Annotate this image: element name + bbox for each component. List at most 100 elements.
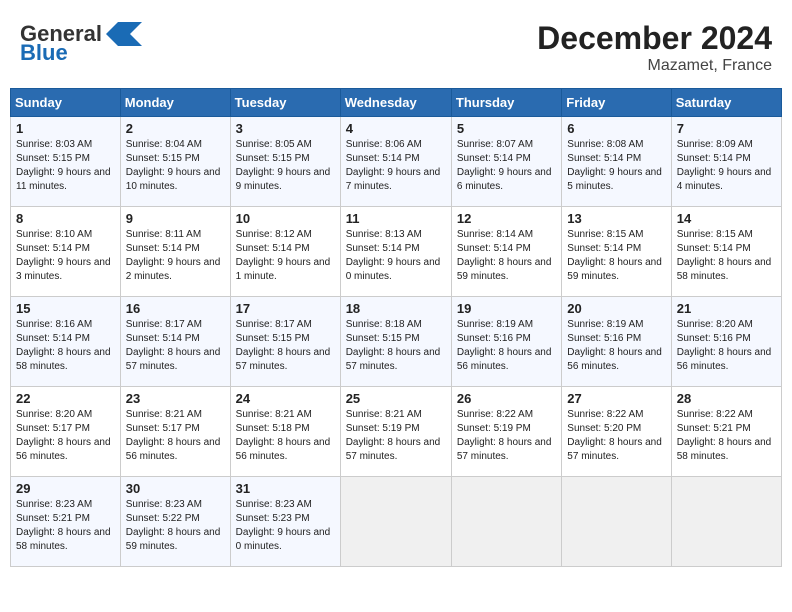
- day-info: Sunrise: 8:17 AMSunset: 5:15 PMDaylight:…: [236, 318, 335, 374]
- day-number: 25: [346, 391, 446, 406]
- day-number: 8: [16, 211, 115, 226]
- day-number: 28: [677, 391, 776, 406]
- table-row: [340, 477, 451, 567]
- day-info: Sunrise: 8:23 AMSunset: 5:21 PMDaylight:…: [16, 498, 115, 554]
- day-number: 7: [677, 121, 776, 136]
- table-row: 1 Sunrise: 8:03 AMSunset: 5:15 PMDaylight…: [11, 117, 121, 207]
- calendar-week-row: 22Sunrise: 8:20 AMSunset: 5:17 PMDayligh…: [11, 387, 782, 477]
- day-number: 9: [126, 211, 225, 226]
- table-row: 23Sunrise: 8:21 AMSunset: 5:17 PMDayligh…: [120, 387, 230, 477]
- table-row: 6 Sunrise: 8:08 AMSunset: 5:14 PMDaylight…: [562, 117, 671, 207]
- header-sunday: Sunday: [11, 89, 121, 117]
- table-row: [451, 477, 561, 567]
- table-row: 25 Sunrise: 8:21 AMSunset: 5:19 PMDayligh…: [340, 387, 451, 477]
- header-tuesday: Tuesday: [230, 89, 340, 117]
- day-number: 21: [677, 301, 776, 316]
- table-row: 15Sunrise: 8:16 AMSunset: 5:14 PMDayligh…: [11, 297, 121, 387]
- day-number: 18: [346, 301, 446, 316]
- table-row: 30 Sunrise: 8:23 AMSunset: 5:22 PMDayligh…: [120, 477, 230, 567]
- table-row: [562, 477, 671, 567]
- day-number: 23: [126, 391, 225, 406]
- calendar-week-row: 29 Sunrise: 8:23 AMSunset: 5:21 PMDayligh…: [11, 477, 782, 567]
- day-info: Sunrise: 8:20 AMSunset: 5:16 PMDaylight:…: [677, 318, 776, 374]
- day-info: Sunrise: 8:23 AMSunset: 5:23 PMDaylight:…: [236, 498, 335, 554]
- day-info: Sunrise: 8:03 AMSunset: 5:15 PMDaylight:…: [16, 138, 115, 194]
- table-row: 16 Sunrise: 8:17 AMSunset: 5:14 PMDayligh…: [120, 297, 230, 387]
- table-row: 5 Sunrise: 8:07 AMSunset: 5:14 PMDaylight…: [451, 117, 561, 207]
- day-info: Sunrise: 8:05 AMSunset: 5:15 PMDaylight:…: [236, 138, 335, 194]
- day-number: 24: [236, 391, 335, 406]
- logo: General Blue: [20, 20, 142, 66]
- table-row: 17Sunrise: 8:17 AMSunset: 5:15 PMDayligh…: [230, 297, 340, 387]
- day-number: 26: [457, 391, 556, 406]
- table-row: 28 Sunrise: 8:22 AMSunset: 5:21 PMDayligh…: [671, 387, 781, 477]
- day-info: Sunrise: 8:08 AMSunset: 5:14 PMDaylight:…: [567, 138, 665, 194]
- table-row: 24 Sunrise: 8:21 AMSunset: 5:18 PMDayligh…: [230, 387, 340, 477]
- table-row: 19Sunrise: 8:19 AMSunset: 5:16 PMDayligh…: [451, 297, 561, 387]
- day-info: Sunrise: 8:20 AMSunset: 5:17 PMDaylight:…: [16, 408, 115, 464]
- table-row: 21 Sunrise: 8:20 AMSunset: 5:16 PMDayligh…: [671, 297, 781, 387]
- table-row: 18 Sunrise: 8:18 AMSunset: 5:15 PMDayligh…: [340, 297, 451, 387]
- day-number: 16: [126, 301, 225, 316]
- header-friday: Friday: [562, 89, 671, 117]
- day-info: Sunrise: 8:21 AMSunset: 5:19 PMDaylight:…: [346, 408, 446, 464]
- page-title: December 2024: [537, 20, 772, 57]
- table-row: 13Sunrise: 8:15 AMSunset: 5:14 PMDayligh…: [562, 207, 671, 297]
- day-info: Sunrise: 8:17 AMSunset: 5:14 PMDaylight:…: [126, 318, 225, 374]
- table-row: [671, 477, 781, 567]
- day-number: 1: [16, 121, 115, 136]
- calendar-table: Sunday Monday Tuesday Wednesday Thursday…: [10, 88, 782, 567]
- day-info: Sunrise: 8:22 AMSunset: 5:21 PMDaylight:…: [677, 408, 776, 464]
- header-monday: Monday: [120, 89, 230, 117]
- table-row: 4 Sunrise: 8:06 AMSunset: 5:14 PMDaylight…: [340, 117, 451, 207]
- day-number: 13: [567, 211, 665, 226]
- table-row: 3 Sunrise: 8:05 AMSunset: 5:15 PMDaylight…: [230, 117, 340, 207]
- logo-icon: [106, 20, 142, 48]
- calendar-week-row: 15Sunrise: 8:16 AMSunset: 5:14 PMDayligh…: [11, 297, 782, 387]
- day-number: 4: [346, 121, 446, 136]
- day-number: 29: [16, 481, 115, 496]
- day-info: Sunrise: 8:18 AMSunset: 5:15 PMDaylight:…: [346, 318, 446, 374]
- day-number: 11: [346, 211, 446, 226]
- day-info: Sunrise: 8:10 AMSunset: 5:14 PMDaylight:…: [16, 228, 115, 284]
- day-number: 31: [236, 481, 335, 496]
- day-info: Sunrise: 8:19 AMSunset: 5:16 PMDaylight:…: [457, 318, 556, 374]
- day-info: Sunrise: 8:22 AMSunset: 5:19 PMDaylight:…: [457, 408, 556, 464]
- day-number: 20: [567, 301, 665, 316]
- day-number: 14: [677, 211, 776, 226]
- day-info: Sunrise: 8:11 AMSunset: 5:14 PMDaylight:…: [126, 228, 225, 284]
- header-wednesday: Wednesday: [340, 89, 451, 117]
- calendar-week-row: 8 Sunrise: 8:10 AMSunset: 5:14 PMDaylight…: [11, 207, 782, 297]
- table-row: 27 Sunrise: 8:22 AMSunset: 5:20 PMDayligh…: [562, 387, 671, 477]
- calendar-header-row: Sunday Monday Tuesday Wednesday Thursday…: [11, 89, 782, 117]
- header-saturday: Saturday: [671, 89, 781, 117]
- day-info: Sunrise: 8:04 AMSunset: 5:15 PMDaylight:…: [126, 138, 225, 194]
- day-number: 30: [126, 481, 225, 496]
- table-row: 10Sunrise: 8:12 AMSunset: 5:14 PMDayligh…: [230, 207, 340, 297]
- day-info: Sunrise: 8:22 AMSunset: 5:20 PMDaylight:…: [567, 408, 665, 464]
- table-row: 26 Sunrise: 8:22 AMSunset: 5:19 PMDayligh…: [451, 387, 561, 477]
- day-number: 15: [16, 301, 115, 316]
- table-row: 12Sunrise: 8:14 AMSunset: 5:14 PMDayligh…: [451, 207, 561, 297]
- day-number: 27: [567, 391, 665, 406]
- page-subtitle: Mazamet, France: [537, 57, 772, 75]
- table-row: 14Sunrise: 8:15 AMSunset: 5:14 PMDayligh…: [671, 207, 781, 297]
- day-info: Sunrise: 8:21 AMSunset: 5:18 PMDaylight:…: [236, 408, 335, 464]
- table-row: 22Sunrise: 8:20 AMSunset: 5:17 PMDayligh…: [11, 387, 121, 477]
- table-row: 7Sunrise: 8:09 AMSunset: 5:14 PMDaylight…: [671, 117, 781, 207]
- logo-blue-text: Blue: [20, 40, 68, 66]
- day-info: Sunrise: 8:07 AMSunset: 5:14 PMDaylight:…: [457, 138, 556, 194]
- table-row: 2Sunrise: 8:04 AMSunset: 5:15 PMDaylight…: [120, 117, 230, 207]
- day-number: 12: [457, 211, 556, 226]
- day-number: 3: [236, 121, 335, 136]
- day-number: 5: [457, 121, 556, 136]
- page-header: General Blue December 2024 Mazamet, Fran…: [10, 10, 782, 80]
- day-number: 10: [236, 211, 335, 226]
- day-info: Sunrise: 8:23 AMSunset: 5:22 PMDaylight:…: [126, 498, 225, 554]
- header-thursday: Thursday: [451, 89, 561, 117]
- day-info: Sunrise: 8:06 AMSunset: 5:14 PMDaylight:…: [346, 138, 446, 194]
- table-row: 29 Sunrise: 8:23 AMSunset: 5:21 PMDayligh…: [11, 477, 121, 567]
- title-block: December 2024 Mazamet, France: [537, 20, 772, 75]
- day-number: 6: [567, 121, 665, 136]
- calendar-week-row: 1 Sunrise: 8:03 AMSunset: 5:15 PMDaylight…: [11, 117, 782, 207]
